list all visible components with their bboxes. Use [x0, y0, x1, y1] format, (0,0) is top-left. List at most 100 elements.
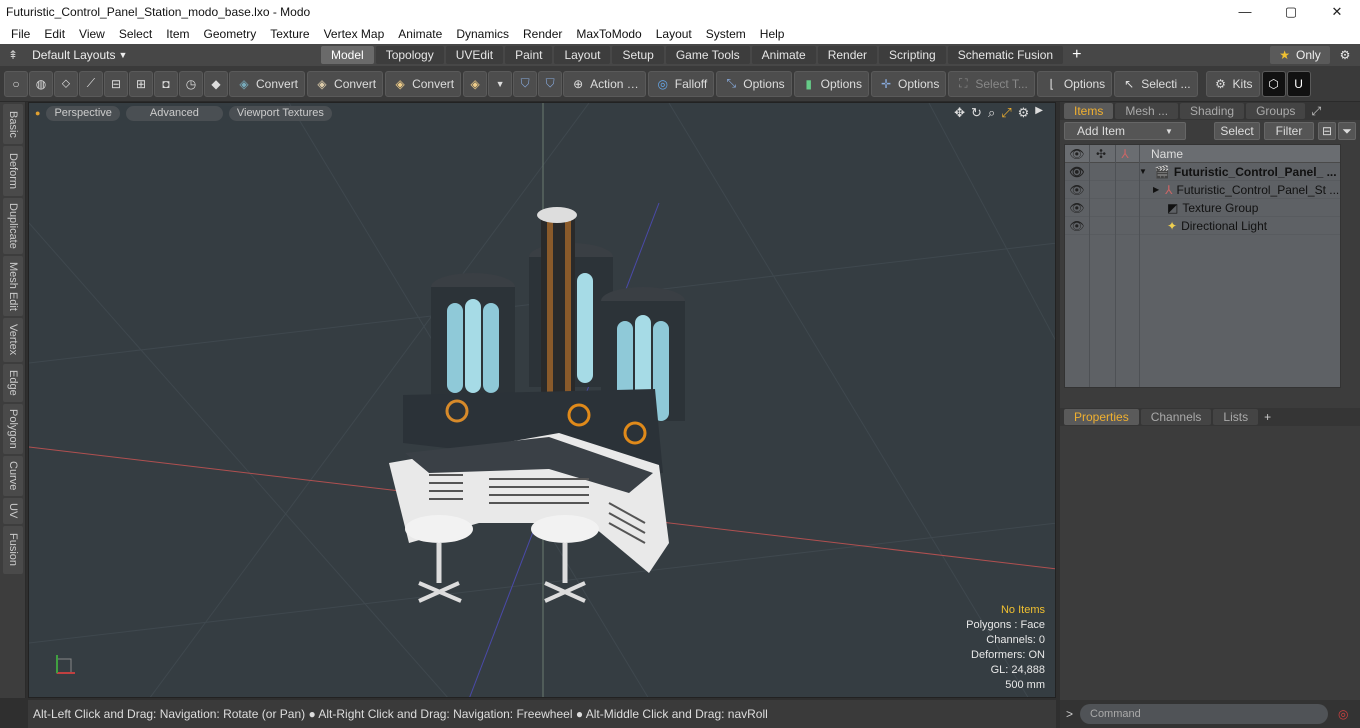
menu-item[interactable]: Item: [159, 27, 196, 41]
tab-game-tools[interactable]: Game Tools: [665, 46, 750, 64]
minimize-button[interactable]: —: [1222, 0, 1268, 23]
convert-button-1[interactable]: ◈ Convert: [229, 70, 306, 97]
selecti-button[interactable]: ↖ Selecti ...: [1114, 70, 1198, 97]
convert-button-2[interactable]: ◈ Convert: [307, 70, 384, 97]
globe-icon[interactable]: ◍: [29, 70, 53, 97]
menu-animate[interactable]: Animate: [391, 27, 449, 41]
convert-button-3[interactable]: ◈ Convert: [385, 70, 462, 97]
tab-mesh-edit[interactable]: Mesh Edit: [3, 256, 23, 316]
tab-channels[interactable]: Channels: [1140, 409, 1212, 425]
kits-button[interactable]: ⚙ Kits: [1205, 70, 1260, 97]
list-item[interactable]: 👁 ▶ ⅄ Futuristic_Control_Panel_St ...: [1065, 181, 1340, 199]
brush-icon[interactable]: ⟋: [79, 70, 103, 97]
funnel-icon[interactable]: ⏷: [1338, 122, 1356, 140]
chevron-down-icon[interactable]: ▼: [1139, 167, 1147, 176]
tab-topology[interactable]: Topology: [375, 46, 444, 64]
menu-vertex-map[interactable]: Vertex Map: [317, 27, 392, 41]
arrow-right-icon[interactable]: ▶: [1035, 105, 1043, 121]
menu-view[interactable]: View: [72, 27, 112, 41]
perspective-button[interactable]: Perspective: [46, 105, 120, 121]
menu-system[interactable]: System: [699, 27, 753, 41]
tab-layout[interactable]: Layout: [554, 46, 611, 64]
tab-items[interactable]: Items: [1064, 103, 1114, 119]
options-button-3[interactable]: ✛ Options: [870, 70, 947, 97]
zoom-icon[interactable]: ⌕: [988, 105, 995, 121]
maximize-button[interactable]: ▢: [1268, 0, 1314, 23]
tab-scripting[interactable]: Scripting: [879, 46, 946, 64]
unity-icon[interactable]: ⬡: [1261, 70, 1286, 97]
viewport-textures-button[interactable]: Viewport Textures: [228, 105, 332, 121]
menu-file[interactable]: File: [4, 27, 37, 41]
polygons-icon[interactable]: ⊞: [129, 70, 153, 97]
eye-icon[interactable]: 👁: [1065, 219, 1089, 233]
pivot-icon[interactable]: ◷: [179, 70, 203, 97]
menu-maxtomodo[interactable]: MaxToModo: [569, 27, 648, 41]
action-button[interactable]: ⊕ Action …: [563, 70, 646, 97]
tab-render[interactable]: Render: [817, 46, 878, 64]
options-button-4[interactable]: ⌊ Options: [1036, 70, 1113, 97]
advanced-button[interactable]: Advanced: [125, 105, 223, 121]
menu-geometry[interactable]: Geometry: [197, 27, 264, 41]
materials-icon[interactable]: ◘: [154, 70, 178, 97]
select-t-button[interactable]: ⛶ Select T...: [948, 70, 1035, 97]
tab-model[interactable]: Model: [321, 46, 374, 64]
list-item[interactable]: 👁 ✦ Directional Light: [1065, 217, 1340, 235]
menu-select[interactable]: Select: [112, 27, 159, 41]
close-button[interactable]: ✕: [1314, 0, 1360, 23]
add-tab-button[interactable]: +: [1072, 46, 1081, 64]
tab-uvedit[interactable]: UVEdit: [445, 46, 504, 64]
only-toggle[interactable]: ★ Only: [1270, 46, 1330, 64]
filter-button[interactable]: Filter: [1264, 122, 1314, 140]
tab-curve[interactable]: Curve: [3, 456, 23, 496]
menu-layout[interactable]: Layout: [649, 27, 699, 41]
pen-icon[interactable]: ⬦: [54, 70, 78, 97]
gear-icon[interactable]: ⚙: [1334, 46, 1356, 64]
maximize-icon[interactable]: ⤢: [1001, 105, 1011, 121]
chevron-down-icon[interactable]: ▼: [488, 70, 513, 97]
gear-icon[interactable]: ⚙: [1018, 105, 1030, 121]
list-item[interactable]: 👁 ◩ Texture Group: [1065, 199, 1340, 217]
vertex-mode-icon[interactable]: ○: [4, 70, 28, 97]
shield-tool-icon[interactable]: ⛉: [538, 70, 563, 97]
options-button-2[interactable]: ▮ Options: [793, 70, 869, 97]
unreal-icon[interactable]: U: [1286, 70, 1311, 97]
tab-fusion[interactable]: Fusion: [3, 526, 23, 574]
eye-icon[interactable]: 👁: [1065, 165, 1089, 179]
chevron-right-icon[interactable]: ▶: [1153, 185, 1159, 194]
menu-edit[interactable]: Edit: [37, 27, 72, 41]
shield-icon[interactable]: ⛉: [513, 70, 538, 97]
tab-edge[interactable]: Edge: [3, 364, 23, 402]
tab-uv[interactable]: UV: [3, 498, 23, 524]
menu-dynamics[interactable]: Dynamics: [449, 27, 516, 41]
rotate-icon[interactable]: ↻: [971, 105, 982, 121]
tab-paint[interactable]: Paint: [505, 46, 553, 64]
expand-icon[interactable]: ⤢: [1311, 104, 1321, 119]
3d-viewport[interactable]: ● Perspective Advanced Viewport Textures…: [28, 102, 1056, 698]
select-button[interactable]: Select: [1214, 122, 1260, 140]
move-icon[interactable]: ✥: [954, 105, 965, 121]
list-item[interactable]: 👁 ▼ 🎬 Futuristic_Control_Panel_ ...: [1065, 163, 1340, 181]
menu-render[interactable]: Render: [516, 27, 569, 41]
add-tab-icon[interactable]: +: [1264, 410, 1271, 424]
collapse-icon[interactable]: ⊟: [1318, 122, 1336, 140]
tab-polygon[interactable]: Polygon: [3, 404, 23, 454]
tab-shading[interactable]: Shading: [1180, 103, 1245, 119]
menu-help[interactable]: Help: [753, 27, 792, 41]
tab-basic[interactable]: Basic: [3, 104, 23, 144]
falloff-button[interactable]: ◎ Falloff: [647, 70, 715, 97]
eye-icon[interactable]: 👁: [1065, 201, 1089, 215]
tab-mesh[interactable]: Mesh ...: [1115, 103, 1179, 119]
tab-schematic-fusion[interactable]: Schematic Fusion: [947, 46, 1064, 64]
tab-setup[interactable]: Setup: [612, 46, 664, 64]
record-icon[interactable]: ◎: [1338, 707, 1348, 721]
add-item-button[interactable]: Add Item ▼: [1064, 122, 1186, 140]
tab-animate[interactable]: Animate: [751, 46, 816, 64]
edges-icon[interactable]: ⊟: [104, 70, 128, 97]
tab-lists[interactable]: Lists: [1213, 409, 1259, 425]
tab-properties[interactable]: Properties: [1064, 409, 1139, 425]
menu-texture[interactable]: Texture: [263, 27, 316, 41]
tab-vertex[interactable]: Vertex: [3, 318, 23, 362]
cube-icon[interactable]: ◆: [204, 70, 228, 97]
default-layouts-dropdown[interactable]: ⇞ Default Layouts ▼: [0, 48, 320, 62]
tab-deform[interactable]: Deform: [3, 146, 23, 196]
